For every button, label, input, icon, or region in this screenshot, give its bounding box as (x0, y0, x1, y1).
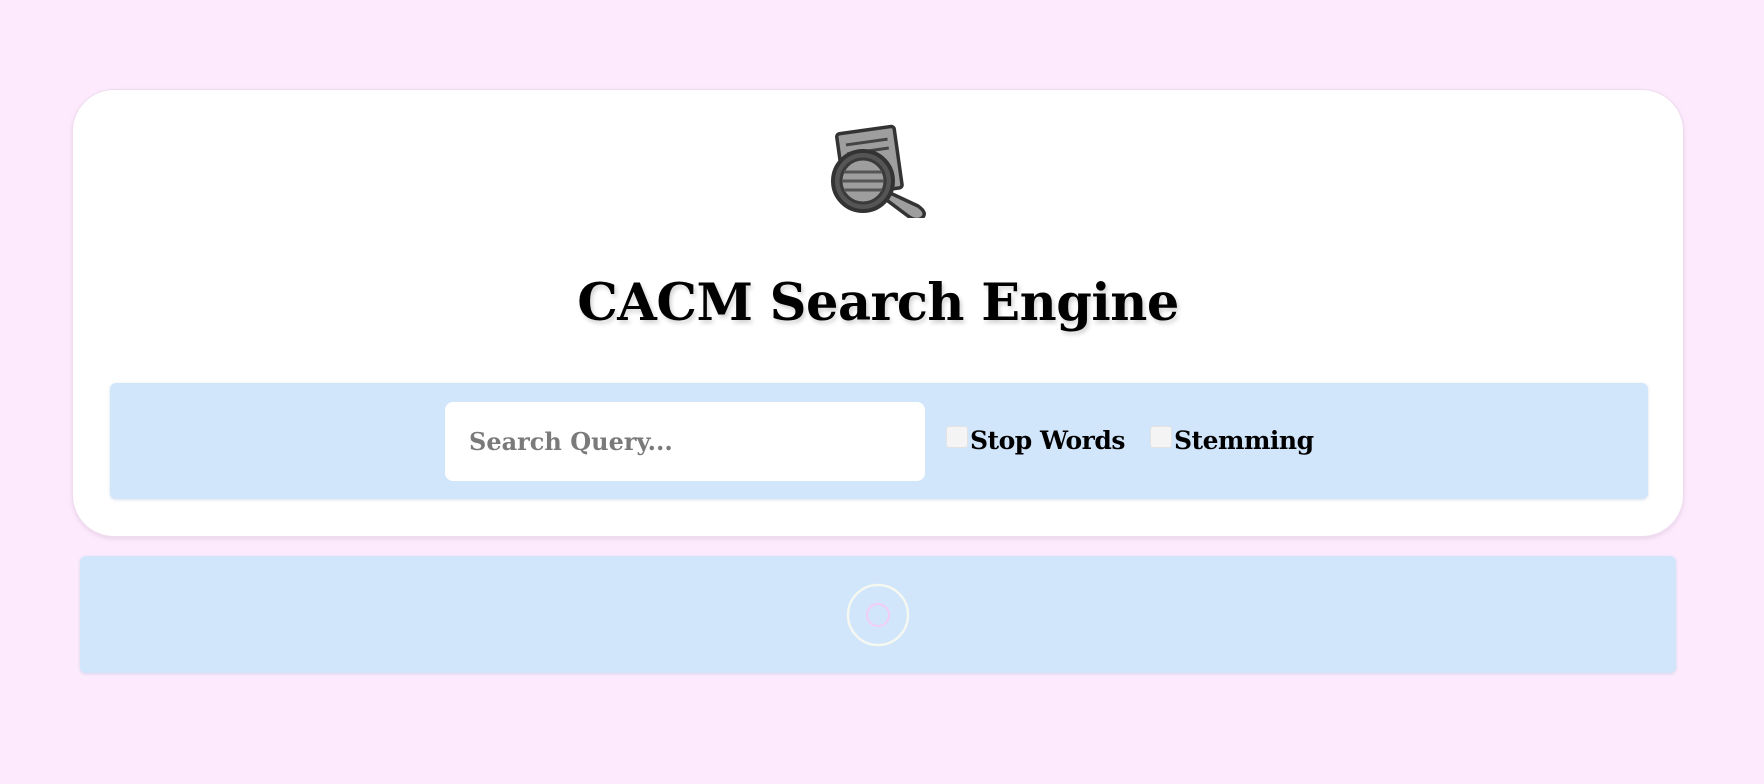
results-panel (80, 556, 1676, 673)
stop-words-label: Stop Words (970, 425, 1125, 455)
search-input[interactable] (445, 402, 925, 481)
stemming-option[interactable]: Stemming (1150, 425, 1314, 455)
loading-spinner-icon (846, 583, 910, 647)
stemming-label: Stemming (1174, 425, 1314, 455)
search-card: CACM Search Engine Stop Words Stemming (72, 89, 1684, 537)
search-bar: Stop Words Stemming (110, 383, 1648, 499)
stop-words-option[interactable]: Stop Words (946, 425, 1125, 455)
stop-words-checkbox[interactable] (946, 426, 968, 448)
page-title: CACM Search Engine (577, 273, 1179, 333)
magnifier-document-icon (831, 124, 926, 218)
stemming-checkbox[interactable] (1150, 426, 1172, 448)
